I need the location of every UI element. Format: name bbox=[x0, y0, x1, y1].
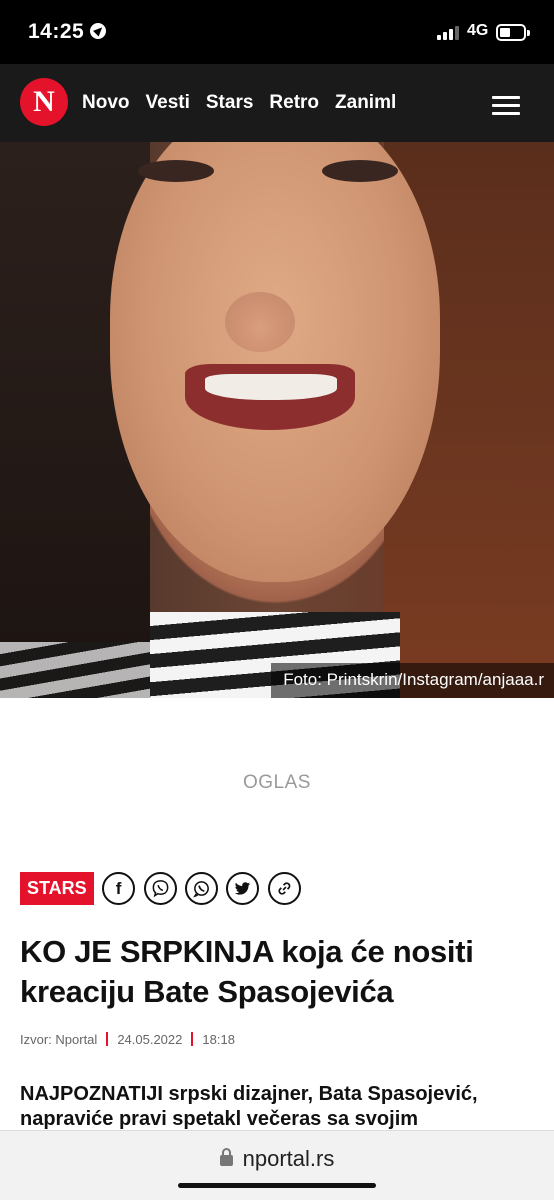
article-date: 24.05.2022 bbox=[117, 1032, 183, 1047]
viber-icon[interactable] bbox=[143, 872, 177, 905]
article-source: Izvor: Nportal bbox=[20, 1032, 98, 1047]
url-display[interactable]: nportal.rs bbox=[0, 1146, 554, 1172]
ad-label: OGLAS bbox=[243, 772, 311, 793]
article-tags: STARS f bbox=[20, 872, 301, 908]
battery-icon bbox=[496, 24, 530, 41]
facebook-icon[interactable]: f bbox=[102, 872, 136, 905]
browser-url-bar[interactable]: nportal.rs bbox=[0, 1130, 554, 1200]
nav-item-zanimljivosti[interactable]: Zaniml bbox=[335, 92, 396, 114]
url-text: nportal.rs bbox=[242, 1146, 335, 1171]
home-indicator[interactable] bbox=[178, 1183, 376, 1188]
signal-strength-icon bbox=[437, 26, 461, 40]
status-time: 14:25 bbox=[28, 20, 107, 44]
network-type: 4G bbox=[467, 22, 489, 39]
nav-item-stars[interactable]: Stars bbox=[206, 92, 254, 114]
nav-item-retro[interactable]: Retro bbox=[269, 92, 319, 114]
meta-divider bbox=[106, 1032, 109, 1046]
hamburger-menu-icon[interactable] bbox=[492, 96, 520, 116]
meta-divider bbox=[191, 1032, 194, 1046]
nav-item-novo[interactable]: Novo bbox=[82, 92, 130, 114]
nav-menu: Novo Vesti Stars Retro Zaniml bbox=[82, 92, 442, 114]
twitter-icon[interactable] bbox=[226, 872, 260, 905]
logo-letter: N bbox=[33, 85, 55, 118]
article-lead: NAJPOZNATIJI srpski dizajner, Bata Spaso… bbox=[20, 1083, 478, 1130]
site-logo[interactable]: N bbox=[20, 78, 68, 126]
hero-image: Foto: Printskrin/Instagram/anjaaa.r bbox=[0, 142, 554, 698]
lock-icon bbox=[219, 1148, 233, 1166]
status-bar: 14:25 4G bbox=[0, 0, 554, 64]
link-icon[interactable] bbox=[267, 872, 301, 905]
site-navbar: N Novo Vesti Stars Retro Zaniml bbox=[0, 64, 554, 142]
whatsapp-icon[interactable] bbox=[185, 872, 219, 905]
article-meta: Izvor: Nportal 24.05.2022 18:18 bbox=[20, 1032, 235, 1047]
photo-credit: Foto: Printskrin/Instagram/anjaaa.r bbox=[271, 663, 554, 698]
nav-item-vesti[interactable]: Vesti bbox=[146, 92, 190, 114]
status-time-text: 14:25 bbox=[28, 20, 85, 43]
category-badge[interactable]: STARS bbox=[20, 872, 94, 905]
article-headline: KO JE SRPKINJA koja će nositi kreaciju B… bbox=[20, 934, 474, 1009]
article-time: 18:18 bbox=[202, 1032, 235, 1047]
location-arrow-icon bbox=[90, 23, 107, 39]
